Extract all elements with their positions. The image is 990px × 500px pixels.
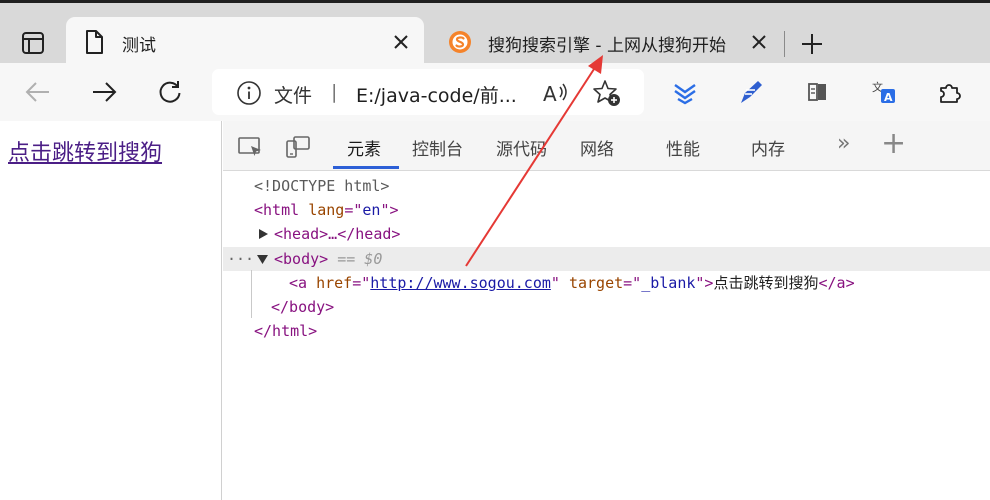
annotation-arrow	[465, 55, 603, 267]
